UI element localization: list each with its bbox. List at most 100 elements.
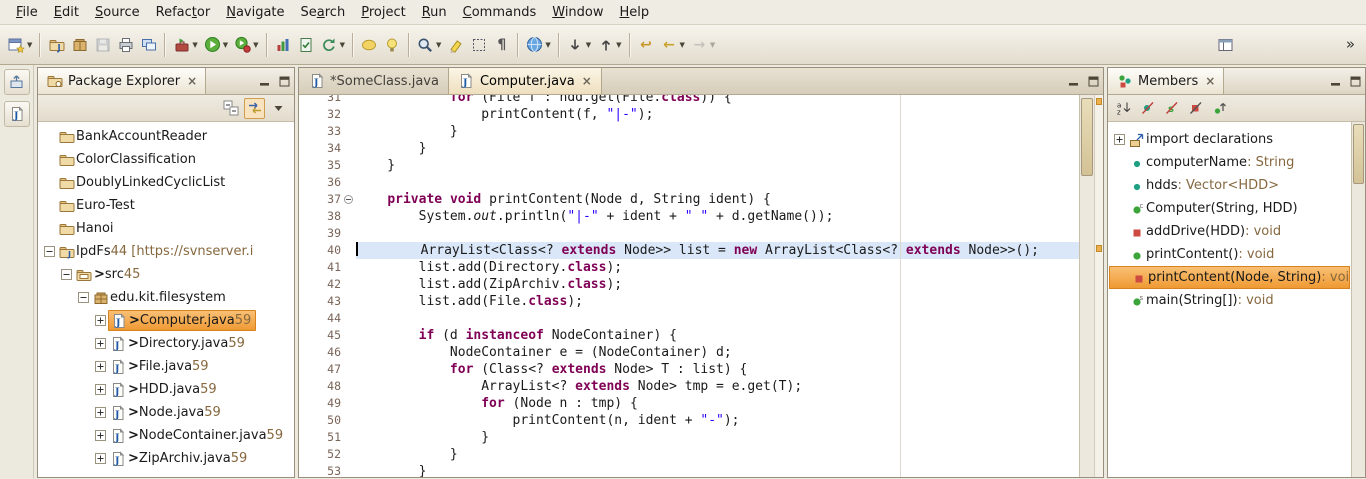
close-tab-icon[interactable]: × xyxy=(580,74,592,88)
code-line-31[interactable]: 31 for (File f : hdd.get(File.class)) { xyxy=(299,95,1079,106)
block-selection-button[interactable] xyxy=(467,31,490,59)
code-line-34[interactable]: 34 } xyxy=(299,140,1079,157)
close-icon[interactable]: × xyxy=(185,74,197,88)
save-button[interactable] xyxy=(91,31,114,59)
code-line-40[interactable]: 40 ArrayList<Class<? extends Node>> list… xyxy=(299,242,1079,259)
search-button[interactable]: ▼ xyxy=(414,31,444,59)
expand-icon[interactable] xyxy=(93,407,108,418)
tree-item[interactable]: BankAccountReader xyxy=(38,125,294,148)
code-line-41[interactable]: 41 list.add(Directory.class); xyxy=(299,259,1079,276)
run-button[interactable]: ▼ xyxy=(201,31,231,59)
new-java-project-button[interactable]: J xyxy=(45,31,68,59)
dropdown-arrow-icon[interactable]: ▼ xyxy=(253,41,258,49)
code-area[interactable]: 31 for (File f : hdd.get(File.class)) { 3… xyxy=(299,95,1079,477)
menu-help[interactable]: Help xyxy=(612,2,658,23)
back-button[interactable]: ←▼ xyxy=(658,31,688,59)
tree-item[interactable]: DoublyLinkedCyclicList xyxy=(38,171,294,194)
expand-icon[interactable] xyxy=(93,315,108,326)
tree-item[interactable]: J> NodeContainer.java 59 xyxy=(38,424,294,447)
tree-item[interactable]: J> HDD.java 59 xyxy=(38,378,294,401)
coverage-button[interactable] xyxy=(272,31,295,59)
code-text[interactable]: printContent(n, ident + "-"); xyxy=(356,412,1079,429)
tree-item[interactable]: J> File.java 59 xyxy=(38,355,294,378)
web-browser-button[interactable]: ▼ xyxy=(523,31,553,59)
dropdown-arrow-icon[interactable]: ▼ xyxy=(680,41,685,49)
member-item[interactable]: import declarations xyxy=(1108,128,1351,151)
overview-ruler[interactable] xyxy=(1094,95,1103,477)
code-line-47[interactable]: 47 for (Class<? extends Node> T : list) … xyxy=(299,361,1079,378)
minimize-editor-button[interactable] xyxy=(1063,68,1083,94)
code-line-49[interactable]: 49 for (Node n : tmp) { xyxy=(299,395,1079,412)
print-button[interactable] xyxy=(114,31,137,59)
menu-source[interactable]: Source xyxy=(87,2,148,23)
code-text[interactable]: NodeContainer e = (NodeContainer) d; xyxy=(356,344,1079,361)
dropdown-arrow-icon[interactable]: ▼ xyxy=(27,41,32,49)
code-line-53[interactable]: 53 } xyxy=(299,463,1079,477)
menu-run[interactable]: Run xyxy=(414,2,455,23)
maximize-editor-button[interactable] xyxy=(1083,68,1103,94)
hide-fields-button[interactable] xyxy=(1137,98,1158,119)
member-item[interactable]: printContent(Node, String) : void xyxy=(1109,266,1350,289)
code-line-48[interactable]: 48 ArrayList<? extends Node> tmp = e.get… xyxy=(299,378,1079,395)
code-line-38[interactable]: 38 System.out.println("|-" + ident + " "… xyxy=(299,208,1079,225)
members-scrollbar[interactable] xyxy=(1351,122,1365,477)
dropdown-arrow-icon[interactable]: ▼ xyxy=(223,41,228,49)
tree-item[interactable]: J> ZipArchiv.java 59 xyxy=(38,447,294,470)
link-with-editor-button[interactable] xyxy=(244,98,265,119)
menu-refactor[interactable]: Refactor xyxy=(148,2,219,23)
editor-tab-someclass-java[interactable]: J*SomeClass.java xyxy=(299,68,449,94)
code-line-43[interactable]: 43 list.add(File.class); xyxy=(299,293,1079,310)
dropdown-arrow-icon[interactable]: ▼ xyxy=(340,41,345,49)
code-text[interactable]: if (d instanceof NodeContainer) { xyxy=(356,327,1079,344)
code-text[interactable] xyxy=(356,310,1079,327)
code-line-51[interactable]: 51 } xyxy=(299,429,1079,446)
code-text[interactable] xyxy=(356,225,1079,242)
last-edit-location-button[interactable]: ↩ xyxy=(635,31,658,59)
code-line-39[interactable]: 39 xyxy=(299,225,1079,242)
maximize-view-button[interactable] xyxy=(274,68,294,94)
code-text[interactable]: } xyxy=(356,446,1079,463)
maximize-view-button[interactable] xyxy=(1345,68,1365,94)
code-text[interactable]: ArrayList<? extends Node> tmp = e.get(T)… xyxy=(356,378,1079,395)
forward-button[interactable]: →▼ xyxy=(688,31,718,59)
tree-item[interactable]: J> Node.java 59 xyxy=(38,401,294,424)
code-text[interactable]: private void printContent(Node d, String… xyxy=(356,191,1079,208)
editor-tab-computer-java[interactable]: JComputer.java× xyxy=(449,68,602,94)
open-console-button[interactable] xyxy=(137,31,160,59)
code-text[interactable]: } xyxy=(356,123,1079,140)
minimized-java-view-button[interactable]: J xyxy=(4,101,30,127)
code-text[interactable]: printContent(f, "|-"); xyxy=(356,106,1079,123)
next-annotation-button[interactable]: ▼ xyxy=(564,31,594,59)
code-line-37[interactable]: 37 private void printContent(Node d, Str… xyxy=(299,191,1079,208)
tree-item[interactable]: J> Directory.java 59 xyxy=(38,332,294,355)
dropdown-arrow-icon[interactable]: ▼ xyxy=(436,41,441,49)
junit-button[interactable] xyxy=(295,31,318,59)
code-line-33[interactable]: 33 } xyxy=(299,123,1079,140)
show-inherited-members-button[interactable] xyxy=(1209,98,1230,119)
minimize-view-button[interactable] xyxy=(1325,68,1345,94)
code-text[interactable]: } xyxy=(356,140,1079,157)
expand-icon[interactable] xyxy=(93,453,108,464)
view-menu-button[interactable] xyxy=(268,98,289,119)
code-text[interactable]: } xyxy=(356,463,1079,477)
tree-item[interactable]: edu.kit.filesystem xyxy=(38,286,294,309)
quick-fix-button[interactable] xyxy=(381,31,404,59)
package-explorer-view-tab[interactable]: Package Explorer × xyxy=(38,68,206,94)
close-icon[interactable]: × xyxy=(1203,74,1215,88)
fold-ruler[interactable] xyxy=(341,191,356,208)
expand-icon[interactable] xyxy=(93,361,108,372)
scrollbar-thumb[interactable] xyxy=(1081,98,1093,176)
code-text[interactable]: list.add(Directory.class); xyxy=(356,259,1079,276)
menu-window[interactable]: Window xyxy=(544,2,611,23)
collapse-icon[interactable] xyxy=(42,246,57,257)
dropdown-arrow-icon[interactable]: ▼ xyxy=(616,41,621,49)
code-text[interactable]: for (Node n : tmp) { xyxy=(356,395,1079,412)
menu-file[interactable]: File xyxy=(8,2,46,23)
expand-icon[interactable] xyxy=(93,384,108,395)
member-item[interactable]: printContent() : void xyxy=(1108,243,1351,266)
previous-annotation-button[interactable]: ▼ xyxy=(594,31,624,59)
member-item[interactable]: hdds : Vector<HDD> xyxy=(1108,174,1351,197)
dropdown-arrow-icon[interactable]: ▼ xyxy=(192,41,197,49)
tree-item[interactable]: J> Computer.java 59 xyxy=(38,309,294,332)
member-item[interactable]: addDrive(HDD) : void xyxy=(1108,220,1351,243)
